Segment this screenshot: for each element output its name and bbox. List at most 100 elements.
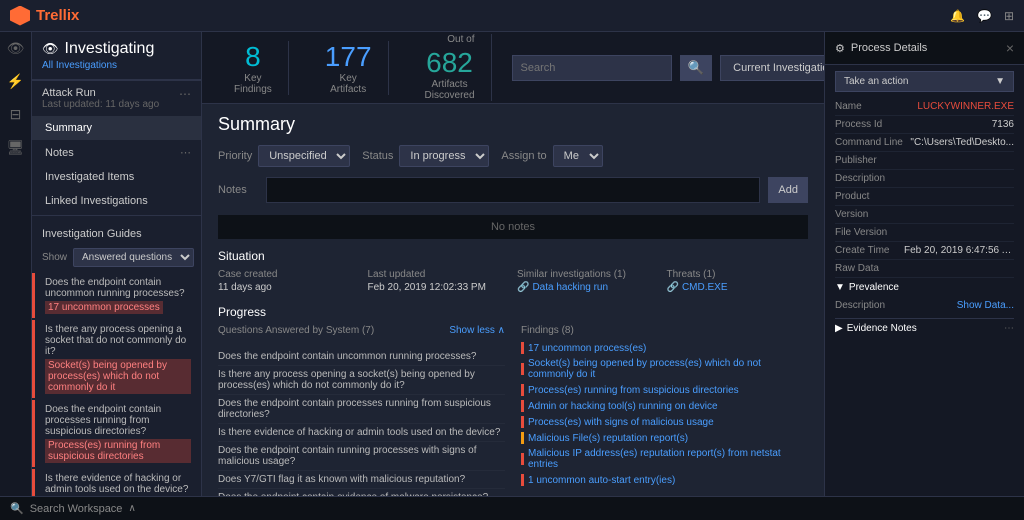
no-notes-text: No notes xyxy=(218,215,808,239)
apps-icon[interactable]: ⊞ xyxy=(1004,9,1014,23)
investigation-guides-section[interactable]: Investigation Guides xyxy=(32,224,201,244)
eye-icon[interactable]: 👁 xyxy=(7,40,25,57)
investigating-label: Investigating xyxy=(65,40,155,58)
finding-link-3[interactable]: Admin or hacking tool(s) running on devi… xyxy=(528,401,718,412)
monitor-icon[interactable]: 🖥 xyxy=(7,139,25,156)
table-icon[interactable]: ⊟ xyxy=(10,106,22,123)
progress-label: Progress xyxy=(218,305,808,319)
chat-icon[interactable]: 💬 xyxy=(977,9,992,23)
sidebar-item-linked-investigations[interactable]: Linked Investigations xyxy=(32,189,201,213)
question-6: Does the endpoint contain evidence of ma… xyxy=(218,489,505,496)
finding-bar-2 xyxy=(521,384,524,396)
panel-action-dropdown[interactable]: Take an action ▼ xyxy=(835,71,1014,92)
guide-question-2: Does the endpoint contain processes runn… xyxy=(45,404,191,437)
progress-section: Progress Questions Answered by System (7… xyxy=(218,305,808,496)
finding-link-4[interactable]: Process(es) with signs of malicious usag… xyxy=(528,417,714,428)
notes-add-button[interactable]: Add xyxy=(768,177,808,203)
prevalence-section[interactable]: ▼ Prevalence xyxy=(835,278,1014,297)
notes-input[interactable] xyxy=(266,177,760,203)
finding-link-5[interactable]: Malicious File(s) reputation report(s) xyxy=(528,433,688,444)
case-created-label: Case created xyxy=(218,269,360,280)
assign-group: Assign to Me xyxy=(501,145,602,167)
finding-bar-0 xyxy=(521,342,524,354)
action-label: Take an action xyxy=(844,76,909,87)
attack-run-label: Attack Run xyxy=(42,87,159,99)
investigation-dropdown[interactable]: Current Investigation xyxy=(720,55,824,81)
guide-answer-1: Socket(s) being opened by process(es) wh… xyxy=(45,359,191,394)
evidence-menu-icon[interactable]: ⋯ xyxy=(1004,323,1014,334)
guide-question-3: Is there evidence of hacking or admin to… xyxy=(45,473,191,495)
finding-1: Socket(s) being opened by process(es) wh… xyxy=(521,356,808,382)
all-investigations-link[interactable]: All Investigations xyxy=(42,60,191,71)
bottom-bar: 🔍 Search Workspace ∧ xyxy=(0,496,1024,520)
publisher-label: Publisher xyxy=(835,155,877,166)
stats-bar: 8 Key Findings 177 Key Artifacts Out of … xyxy=(202,32,824,104)
finding-link-6[interactable]: Malicious IP address(es) reputation repo… xyxy=(528,448,808,470)
panel-close-button[interactable]: × xyxy=(1006,40,1014,56)
attack-run-menu-icon[interactable]: ⋯ xyxy=(179,87,191,101)
panel-row-publisher: Publisher xyxy=(835,152,1014,170)
notes-menu-icon[interactable]: ⋯ xyxy=(180,146,191,159)
cmdline-value: "C:\Users\Ted\Deskto... xyxy=(910,137,1014,148)
finding-bar-5 xyxy=(521,432,524,444)
threats-link[interactable]: 🔗 CMD.EXE xyxy=(667,282,809,293)
question-5: Does Y7/GTI flag it as known with malici… xyxy=(218,471,505,489)
activity-icon[interactable]: ⚡ xyxy=(7,73,24,90)
finding-2: Process(es) running from suspicious dire… xyxy=(521,382,808,398)
assign-to-select[interactable]: Me xyxy=(553,145,603,167)
search-workspace-button[interactable]: 🔍 Search Workspace ∧ xyxy=(10,502,136,515)
guide-item-3[interactable]: Is there evidence of hacking or admin to… xyxy=(32,469,201,496)
last-updated-value: Feb 20, 2019 12:02:33 PM xyxy=(368,282,510,293)
panel-row-raw-data: Raw Data xyxy=(835,260,1014,278)
guide-item-2[interactable]: Does the endpoint contain processes runn… xyxy=(32,400,201,467)
similar-investigations-link[interactable]: 🔗 Data hacking run xyxy=(517,282,659,293)
prevalence-label: Prevalence xyxy=(849,282,899,293)
guide-item-0[interactable]: Does the endpoint contain uncommon runni… xyxy=(32,273,201,318)
question-2: Does the endpoint contain processes runn… xyxy=(218,395,505,424)
cmdline-label: Command Line xyxy=(835,137,903,148)
search-workspace-icon: 🔍 xyxy=(10,502,24,515)
key-artifacts-num: 177 xyxy=(325,41,372,73)
threats-link-icon: 🔗 xyxy=(667,282,679,293)
finding-link-0[interactable]: 17 uncommon process(es) xyxy=(528,343,646,354)
search-button[interactable]: 🔍 xyxy=(680,55,713,81)
findings-label: Findings (8) xyxy=(521,325,808,336)
panel-row-product: Product xyxy=(835,188,1014,206)
create-time-label: Create Time xyxy=(835,245,889,256)
panel-title: ⚙ Process Details xyxy=(835,42,927,55)
evidence-notes-section[interactable]: ▶ Evidence Notes ⋯ xyxy=(835,318,1014,338)
finding-link-1[interactable]: Socket(s) being opened by process(es) wh… xyxy=(528,358,808,380)
raw-data-label: Raw Data xyxy=(835,263,879,274)
case-created-cell: Case created 11 days ago xyxy=(218,269,360,293)
gear-icon: ⚙ xyxy=(835,42,845,55)
evidence-collapse-icon: ▶ xyxy=(835,323,843,334)
sidebar-item-summary[interactable]: Summary xyxy=(32,116,201,140)
sidebar-item-notes[interactable]: Notes ⋯ xyxy=(32,140,201,165)
sidebar-item-investigated-items[interactable]: Investigated Items xyxy=(32,165,201,189)
name-value: LUCKYWINNER.EXE xyxy=(917,101,1014,112)
show-select[interactable]: Answered questions xyxy=(73,248,194,267)
notes-nav-label: Notes xyxy=(45,147,74,159)
priority-select[interactable]: Unspecified xyxy=(258,145,350,167)
eye-sidebar-icon: 👁 xyxy=(42,41,59,57)
panel-row-description: Description xyxy=(835,170,1014,188)
show-less-link[interactable]: Show less ∧ xyxy=(449,325,505,344)
pid-label: Process Id xyxy=(835,119,882,130)
finding-link-2[interactable]: Process(es) running from suspicious dire… xyxy=(528,385,739,396)
search-input[interactable] xyxy=(512,55,672,81)
key-artifacts-stat: 177 Key Artifacts xyxy=(309,41,389,95)
sidebar: 👁 Investigating All Investigations Attac… xyxy=(32,32,202,496)
trellix-icon xyxy=(10,6,30,26)
panel-title-text: Process Details xyxy=(851,42,927,54)
status-select[interactable]: In progress xyxy=(399,145,489,167)
prevalence-description-row: Description Show Data... xyxy=(835,297,1014,314)
notifications-icon[interactable]: 🔔 xyxy=(950,9,965,23)
panel-row-file-version: File Version xyxy=(835,224,1014,242)
guide-item-1[interactable]: Is there any process opening a socket th… xyxy=(32,320,201,398)
show-data-link[interactable]: Show Data... xyxy=(957,300,1014,311)
finding-bar-3 xyxy=(521,400,524,412)
finding-link-7[interactable]: 1 uncommon auto-start entry(ies) xyxy=(528,475,675,486)
action-chevron-icon: ▼ xyxy=(995,76,1005,87)
app-name: Trellix xyxy=(36,7,79,24)
panel-row-version: Version xyxy=(835,206,1014,224)
